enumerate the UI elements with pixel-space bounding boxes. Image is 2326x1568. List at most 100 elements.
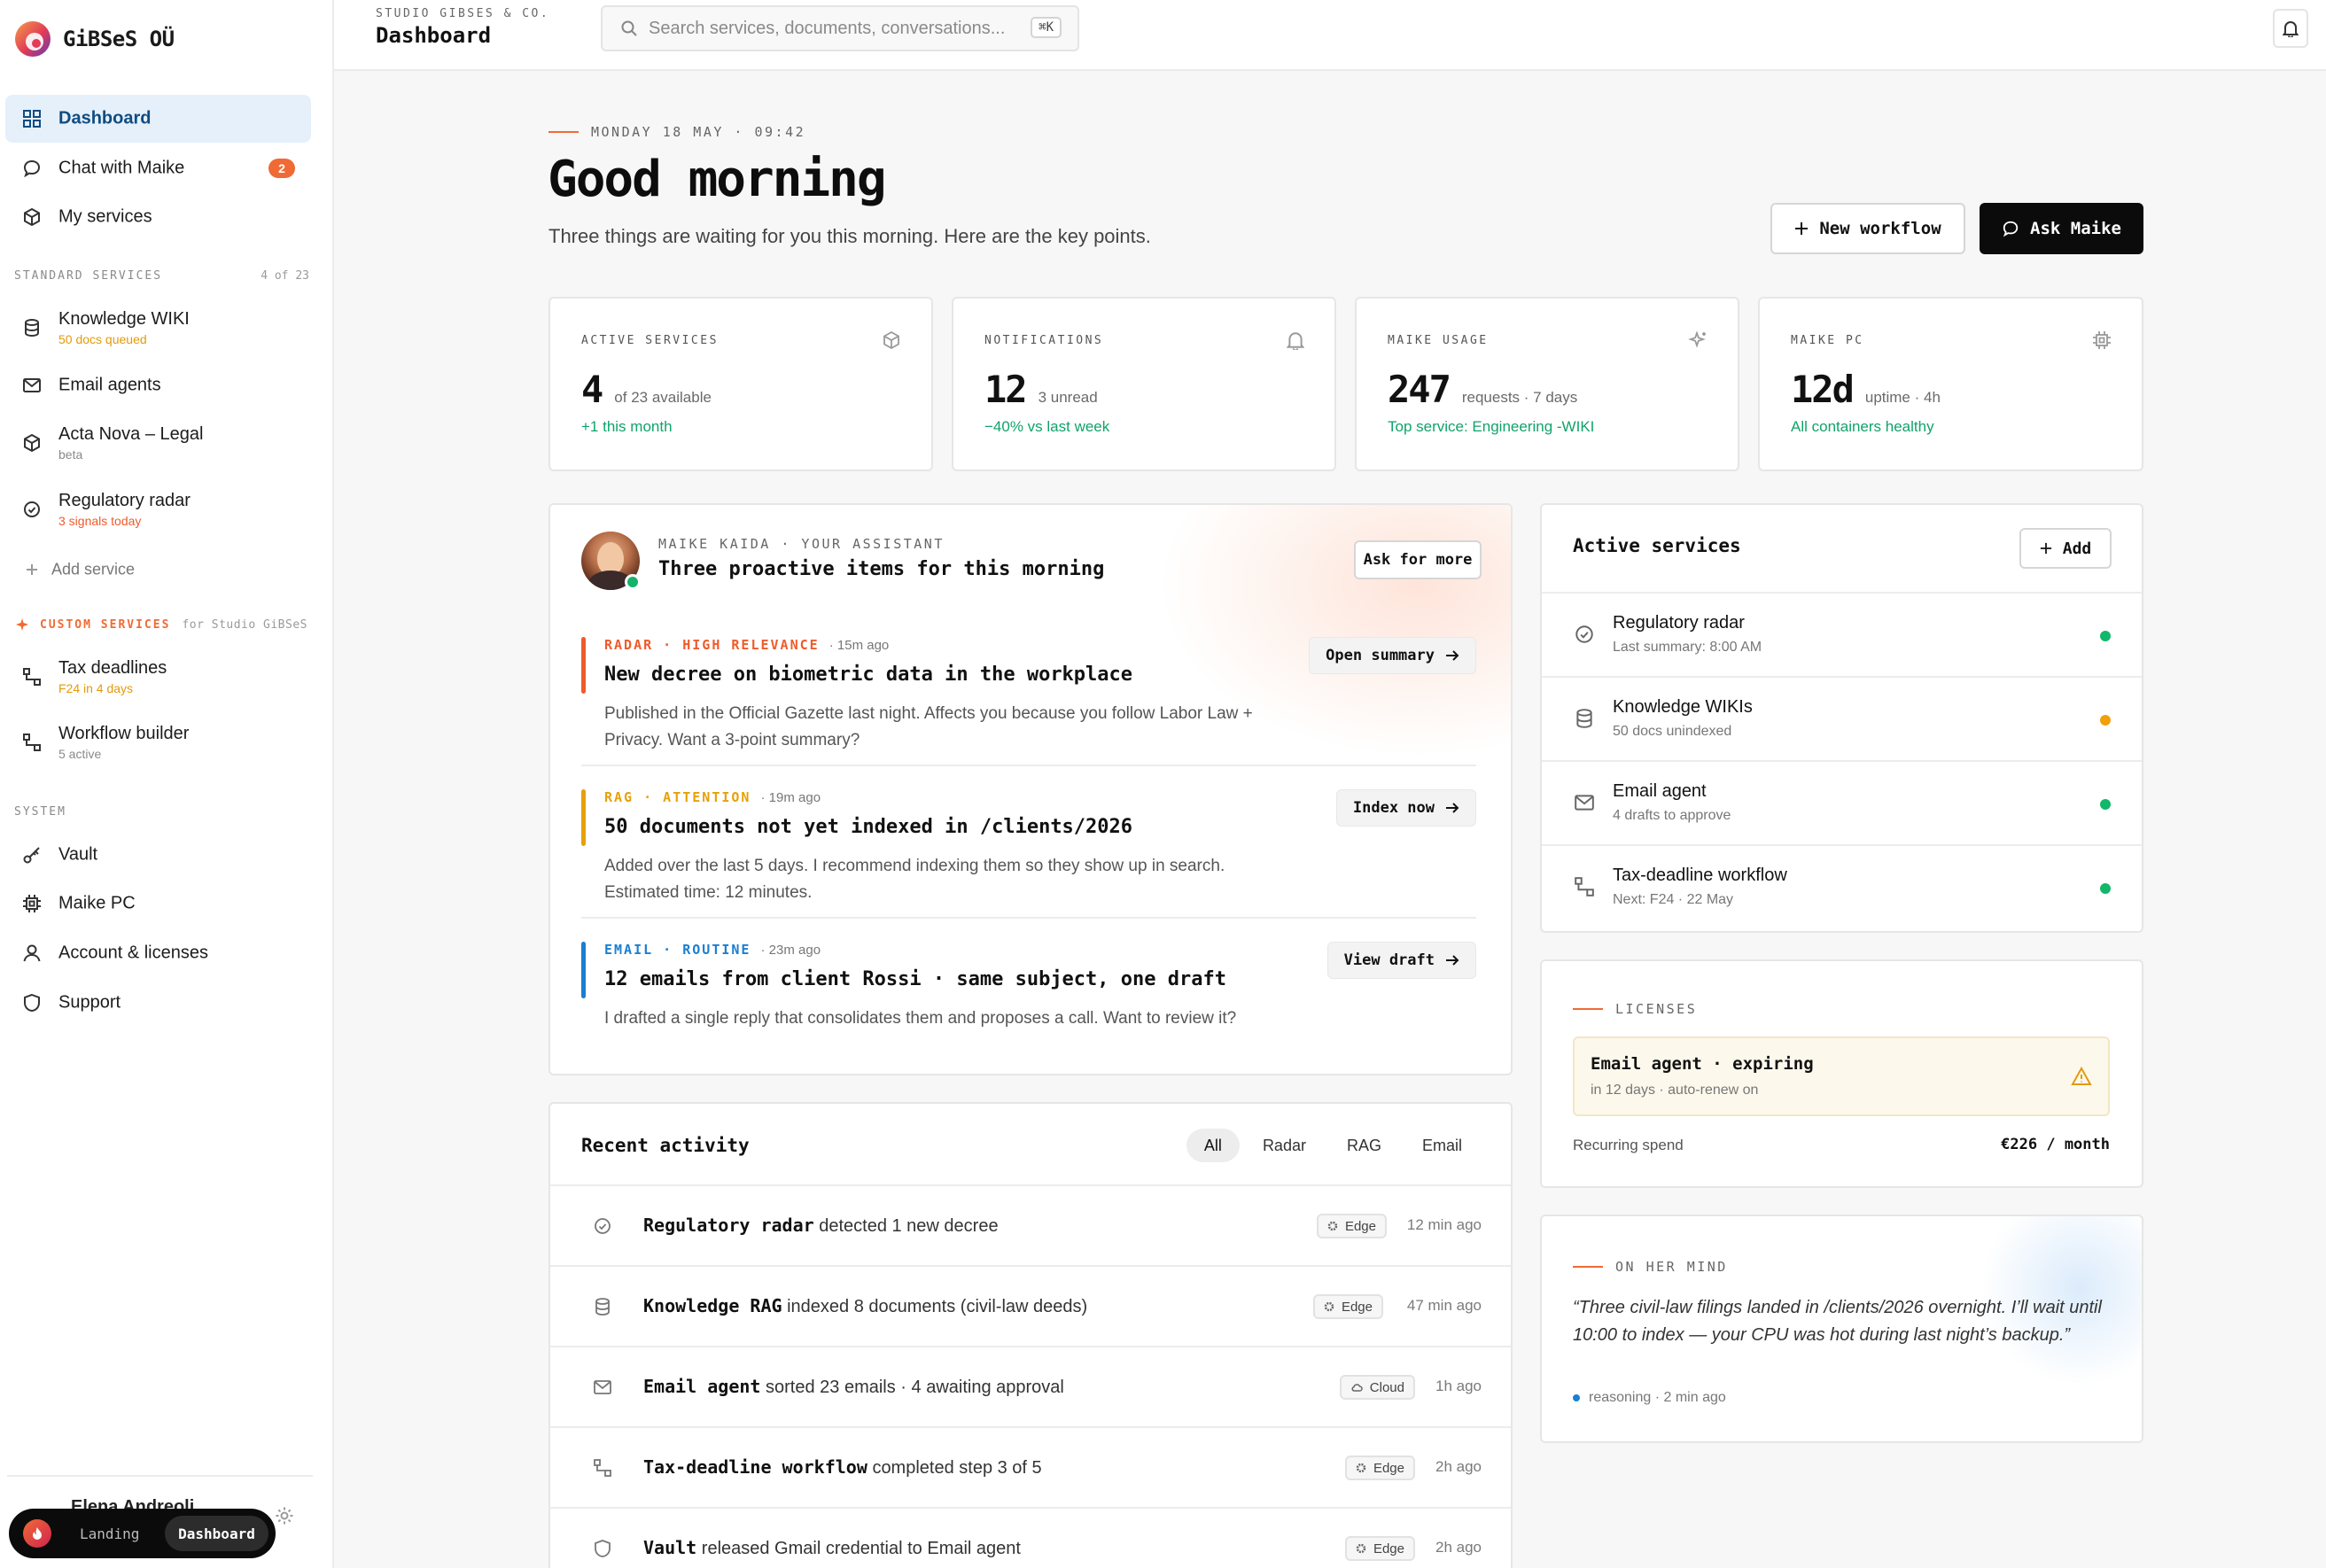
sidebar-item-regulatory-radar[interactable]: Regulatory radar 3 signals today (5, 483, 311, 536)
sidebar-item-email-agents[interactable]: Email agents (5, 361, 311, 409)
service-sub: 50 docs unindexed (1613, 724, 1732, 739)
search-bar[interactable]: ⌘K (601, 5, 1079, 51)
custom-services-note: for Studio GiBSeS (182, 618, 307, 632)
add-service-button[interactable]: Add service (5, 547, 311, 592)
sidebar-item-label: Acta Nova – Legal (58, 424, 204, 444)
view-draft-button[interactable]: View draft (1326, 942, 1476, 979)
ask-for-more-button[interactable]: Ask for more (1354, 540, 1482, 579)
notifications-button[interactable] (2273, 9, 2308, 48)
service-row[interactable]: Tax-deadline workflow Next: F24 · 22 May (1542, 844, 2142, 928)
database-icon (1576, 709, 1592, 728)
activity-text: detected 1 new decree (819, 1216, 999, 1236)
view-switcher: Landing Dashboard (9, 1509, 276, 1558)
landing-toggle[interactable]: Landing (80, 1509, 139, 1558)
brand[interactable]: GiBSeS OÜ (13, 19, 175, 58)
service-row[interactable]: Regulatory radar Last summary: 8:00 AM (1542, 592, 2142, 676)
activity-time: 47 min ago (1406, 1297, 1482, 1314)
priority-bar (581, 789, 586, 846)
database-icon (595, 1298, 610, 1316)
stat-card-active-services[interactable]: ACTIVE SERVICES 4 of 23 available +1 this… (548, 297, 933, 471)
active-services-title: Active services (1573, 535, 1741, 556)
active-services-card: Active services Add Regulatory radar Las… (1540, 503, 2143, 933)
gear-icon (1324, 1301, 1334, 1312)
item-tag: EMAIL · ROUTINE (604, 942, 751, 958)
sidebar-item-sub: beta (58, 447, 83, 462)
service-row[interactable]: Knowledge WIKIs 50 docs unindexed (1542, 676, 2142, 760)
add-service-button[interactable]: Add (2019, 528, 2112, 569)
status-dot (1573, 1394, 1580, 1401)
activity-row[interactable]: Tax-deadline workflow completed step 3 o… (550, 1426, 1511, 1507)
sidebar-item-workflow-builder[interactable]: Workflow builder 5 active (5, 716, 311, 769)
stat-card-maike-pc[interactable]: MAIKE PC 12d uptime · 4h All containers h… (1758, 297, 2143, 471)
custom-services-header: CUSTOM SERVICES (40, 618, 171, 632)
sidebar-item-my-services[interactable]: My services (5, 193, 311, 241)
open-summary-button[interactable]: Open summary (1309, 637, 1476, 674)
sidebar-item-account-licenses[interactable]: Account & licenses (5, 929, 311, 977)
radar-icon (1575, 625, 1593, 643)
cube-icon (21, 206, 43, 228)
sidebar-item-maike-pc[interactable]: Maike PC (5, 880, 311, 928)
online-status-dot (625, 574, 641, 590)
deployment-pill: Edge (1312, 1294, 1383, 1319)
action-label: Open summary (1326, 647, 1435, 664)
ask-maike-button[interactable]: Ask Maike (1980, 203, 2143, 254)
cube-icon (21, 432, 43, 454)
sidebar-item-label: Email agents (58, 375, 161, 395)
sidebar-item-sub: 50 docs queued (58, 332, 147, 346)
stat-label: MAIKE PC (1791, 334, 1864, 347)
activity-time: 12 min ago (1406, 1216, 1482, 1233)
filter-email[interactable]: Email (1404, 1129, 1480, 1162)
activity-row[interactable]: Email agent sorted 23 emails · 4 awaitin… (550, 1346, 1511, 1426)
licenses-card: LICENSES Email agent · expiring in 12 da… (1540, 959, 2143, 1188)
item-time: · 23m ago (760, 943, 821, 958)
sidebar-item-support[interactable]: Support (5, 979, 311, 1027)
sidebar-item-label: Workflow builder (58, 724, 190, 743)
chip-icon (2093, 331, 2111, 349)
stat-label: NOTIFICATIONS (984, 334, 1104, 347)
stat-unit: 3 unread (1038, 389, 1098, 406)
activity-text: released Gmail credential to Email agent (701, 1539, 1021, 1558)
sidebar-item-acta-nova[interactable]: Acta Nova – Legal beta (5, 416, 311, 470)
new-workflow-button[interactable]: New workflow (1770, 203, 1965, 254)
settings-icon[interactable] (275, 1506, 294, 1525)
activity-row[interactable]: Regulatory radar detected 1 new decree E… (550, 1184, 1511, 1265)
action-label: View draft (1343, 951, 1435, 969)
sidebar-item-dashboard[interactable]: Dashboard (5, 95, 311, 143)
sidebar-item-knowledge-wiki[interactable]: Knowledge WIKI 50 docs queued (5, 301, 311, 354)
key-icon (21, 844, 43, 866)
pill-label: Edge (1373, 1460, 1404, 1476)
mind-label: ON HER MIND (1573, 1259, 1728, 1275)
service-row[interactable]: Email agent 4 drafts to approve (1542, 760, 2142, 844)
arrow-right-icon (1446, 803, 1459, 813)
date-text: MONDAY 18 MAY · 09:42 (591, 124, 806, 140)
activity-service: Tax-deadline workflow (643, 1456, 867, 1478)
search-input[interactable] (649, 18, 1021, 39)
filter-all[interactable]: All (1186, 1129, 1240, 1162)
item-description: Added over the last 5 days. I recommend … (604, 857, 1225, 902)
filter-radar[interactable]: Radar (1245, 1129, 1324, 1162)
licenses-label: LICENSES (1573, 1001, 1697, 1017)
sidebar-item-chat[interactable]: Chat with Maike 2 (5, 144, 311, 192)
status-dot (2100, 883, 2111, 894)
arrow-right-icon (1446, 955, 1459, 966)
warning-icon (2071, 1067, 2092, 1085)
filter-rag[interactable]: RAG (1329, 1129, 1399, 1162)
assistant-name: MAIKE KAIDA · YOUR ASSISTANT (658, 536, 945, 552)
sidebar-item-vault[interactable]: Vault (5, 831, 311, 879)
priority-bar (581, 942, 586, 998)
index-now-button[interactable]: Index now (1335, 789, 1476, 827)
stat-card-notifications[interactable]: NOTIFICATIONS 12 3 unread −40% vs last we… (952, 297, 1336, 471)
activity-row[interactable]: Vault released Gmail credential to Email… (550, 1507, 1511, 1568)
license-alert[interactable]: Email agent · expiring in 12 days · auto… (1573, 1036, 2110, 1116)
activity-row[interactable]: Knowledge RAG indexed 8 documents (civil… (550, 1265, 1511, 1346)
service-name: Email agent (1613, 781, 1707, 801)
greeting-title: Good morning (548, 151, 887, 208)
stat-card-maike-usage[interactable]: MAIKE USAGE 247 requests · 7 days Top ser… (1355, 297, 1739, 471)
sidebar-item-label: Account & licenses (58, 943, 208, 963)
stat-delta: −40% vs last week (984, 418, 1110, 435)
chat-bubble-icon (2003, 221, 2019, 237)
dashboard-toggle[interactable]: Dashboard (165, 1516, 268, 1551)
stat-value: 247 (1388, 368, 1451, 411)
sidebar-item-tax-deadlines[interactable]: Tax deadlines F24 in 4 days (5, 650, 311, 703)
item-title: 12 emails from client Rossi · same subje… (604, 968, 1226, 990)
